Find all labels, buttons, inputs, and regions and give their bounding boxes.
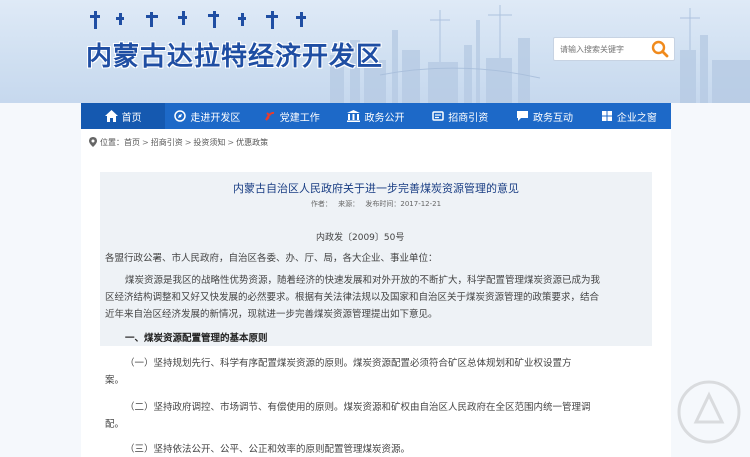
nav-label: 政务互动 [533,112,574,124]
article-paragraph: （二）坚持政府调控、市场调节、有偿使用的原则。煤炭资源和矿权由自治区人民政府在全… [125,402,591,413]
nav-label: 政务公开 [364,112,405,124]
breadcrumb-separator: > [184,137,192,147]
breadcrumb-prefix: 位置： [100,137,124,147]
breadcrumb-item-investment-notice[interactable]: 投资须知 [193,137,225,148]
breadcrumb-item-home[interactable]: 首页 [124,137,140,148]
nav-item-home[interactable]: 首页 [81,103,166,129]
content-area: 位置： 首页 > 招商引资 > 投资须知 > 优惠政策 内蒙古自治区人民政府关于… [81,129,671,457]
article-meta: 作者： 来源： 发布时间：2017-12-21 [100,199,652,209]
article-paragraph: 区经济结构调整和又好又快发展的必然要求。根据有关法律法规以及国家和自治区关于煤炭… [105,292,600,303]
main-nav: 首页 走进开发区 党建工作 政务公开 招商引资 政务互动 企业之窗 [81,103,671,129]
compass-icon [174,110,187,122]
article-salutation: 各盟行政公署、市人民政府，自治区各委、办、厅、局，各大企业、事业单位： [105,253,438,264]
article-source: 来源： [338,200,360,208]
breadcrumb-item-investment[interactable]: 招商引资 [151,137,183,148]
nav-label: 党建工作 [279,112,320,124]
article-paragraph: 近年来自治区经济发展的新情况，现就进一步完善煤炭资源管理提出如下意见。 [105,309,438,320]
search-box [553,37,675,61]
search-input[interactable] [560,41,650,57]
mongolian-script-logo [86,9,326,31]
nav-item-interaction[interactable]: 政务互动 [502,103,586,129]
article-section-heading: 一、煤炭资源配置管理的基本原则 [125,333,268,344]
nav-label: 企业之窗 [616,112,657,124]
investment-icon [432,111,445,121]
search-button[interactable] [650,39,670,59]
home-icon [104,110,118,122]
watermark-logo [677,380,741,444]
article-paragraph: 煤炭资源是我区的战略性优势资源，随着经济的快速发展和对外开放的不断扩大，科学配置… [125,275,601,286]
site-title[interactable]: 内蒙古达拉特经济开发区 [86,36,383,73]
nav-item-party[interactable]: 党建工作 [250,103,334,129]
nav-item-about[interactable]: 走进开发区 [165,103,249,129]
article-paragraph: （一）坚持规划先行、科学有序配置煤炭资源的原则。煤炭资源配置必须符合矿区总体规划… [125,358,572,369]
enterprise-icon [601,111,612,121]
article-paragraph: 案。 [105,375,125,386]
article-paragraph: （三）坚持依法公开、公平、公正和效率的原则配置管理煤炭资源。 [125,444,411,455]
breadcrumb-separator: > [227,137,235,147]
location-pin-icon [89,137,97,147]
breadcrumb-separator: > [142,137,149,147]
article-author: 作者： [310,200,332,208]
nav-label: 招商引资 [448,112,489,124]
site-banner: 内蒙古达拉特经济开发区 [0,0,750,103]
government-icon [347,110,361,122]
article-title: 内蒙古自治区人民政府关于进一步完善煤炭资源管理的意见 [233,182,519,195]
nav-label: 首页 [121,112,142,124]
chat-icon [517,111,529,121]
nav-item-enterprise[interactable]: 企业之窗 [587,103,671,129]
article-doc-number: 内政发〔2009〕50号 [316,233,405,243]
article-paragraph: 配。 [105,419,125,430]
nav-label: 走进开发区 [190,112,241,124]
nav-item-gov-affairs[interactable]: 政务公开 [334,103,418,129]
breadcrumb-item-policies[interactable]: 优惠政策 [236,137,268,148]
party-icon [264,111,274,121]
search-icon [651,40,669,58]
nav-item-investment[interactable]: 招商引资 [418,103,502,129]
article-date: 发布时间：2017-12-21 [365,200,442,208]
breadcrumb: 位置： 首页 > 招商引资 > 投资须知 > 优惠政策 [81,129,671,155]
